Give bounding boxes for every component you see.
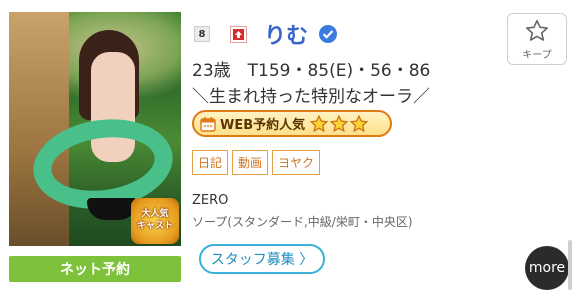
popular-cast-badge: 大人気 キャスト xyxy=(131,198,179,244)
keep-label: キープ xyxy=(522,49,552,61)
tag-reserve[interactable]: ヨヤク xyxy=(272,150,321,175)
shop-name[interactable]: ZERO xyxy=(192,193,228,208)
more-button[interactable]: more xyxy=(525,246,569,290)
photo-swimsuit xyxy=(87,198,137,220)
cast-stats: 23歳 T159・85(E)・56・86 xyxy=(192,61,431,81)
cast-tags: 日記 動画 ヨヤク xyxy=(192,150,321,175)
star-icon xyxy=(329,114,349,132)
scrollbar[interactable] xyxy=(568,240,572,290)
staff-recruit-button[interactable]: スタッフ募集 〉 xyxy=(199,244,325,274)
photo-wall xyxy=(9,12,69,246)
web-reserve-popularity-badge: WEB予約人気 xyxy=(192,110,392,137)
tag-diary[interactable]: 日記 xyxy=(192,150,229,175)
cast-catchphrase: ＼生まれ持った特別なオーラ／ xyxy=(192,87,430,107)
tag-video[interactable]: 動画 xyxy=(232,150,269,175)
star-icon xyxy=(309,114,329,132)
keep-button[interactable]: キープ xyxy=(507,13,567,65)
calendar-icon xyxy=(200,116,216,132)
rank-badge: 8 xyxy=(194,26,210,42)
cast-card: 大人気 キャスト ネット予約 8 りむ キープ 23歳 T159・85(E)・5… xyxy=(0,0,576,297)
shop-area: ソープ(スタンダード,中級/栄町・中央区) xyxy=(192,215,413,229)
star-icon xyxy=(349,114,369,132)
cast-photo[interactable]: 大人気 キャスト xyxy=(9,12,181,246)
cast-name[interactable]: りむ xyxy=(264,18,308,50)
star-outline-icon xyxy=(526,19,548,41)
popularity-stars xyxy=(309,114,369,134)
verified-icon xyxy=(319,25,337,43)
rank-up-icon xyxy=(230,26,247,43)
net-reserve-button[interactable]: ネット予約 xyxy=(9,256,181,282)
web-reserve-label: WEB予約人気 xyxy=(220,118,306,133)
